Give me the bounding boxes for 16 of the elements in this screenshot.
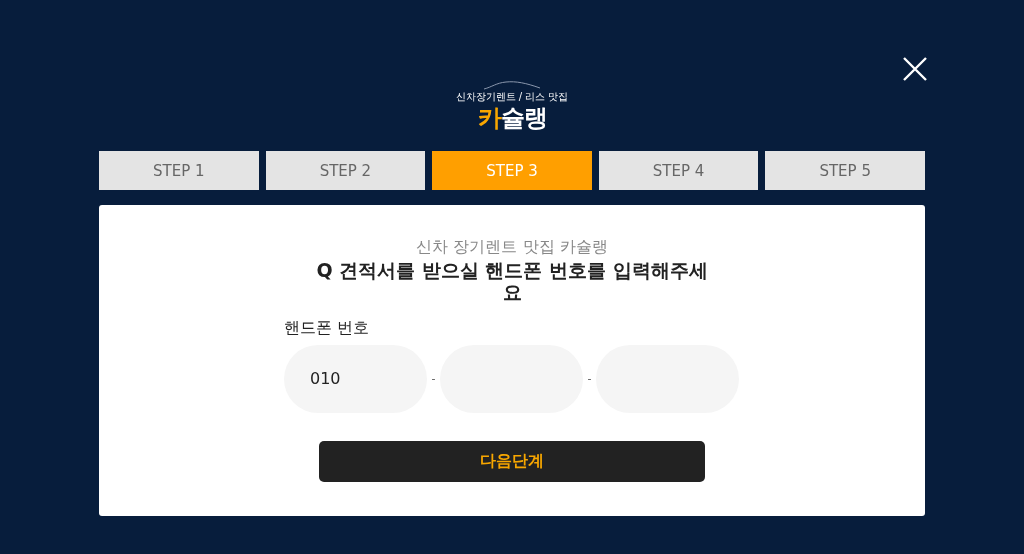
logo-tagline: 신차장기렌트 / 리스 맛집 [455, 90, 569, 104]
step-tab[interactable]: STEP 5 [765, 151, 925, 190]
close-icon [902, 56, 928, 82]
step-tab[interactable]: STEP 1 [99, 151, 259, 190]
close-button[interactable] [902, 56, 928, 82]
step-tab[interactable]: STEP 2 [265, 151, 426, 190]
separator: - [587, 372, 592, 386]
step-tab[interactable]: STEP 4 [598, 151, 759, 190]
car-outline-icon [482, 80, 542, 90]
question-heading: Q 견적서를 받으실 핸드폰 번호를 입력해주세요 [315, 260, 709, 304]
phone-field[interactable]: 010 [284, 344, 427, 413]
phone-label: 핸드폰 번호 [284, 317, 371, 339]
subtitle: 신차 장기렌트 맛집 카슐랭 [416, 237, 608, 258]
separator: - [431, 372, 436, 386]
logo-wordmark: 카슐랭 [477, 106, 547, 130]
next-step-button[interactable]: 다음단계 [319, 440, 705, 482]
